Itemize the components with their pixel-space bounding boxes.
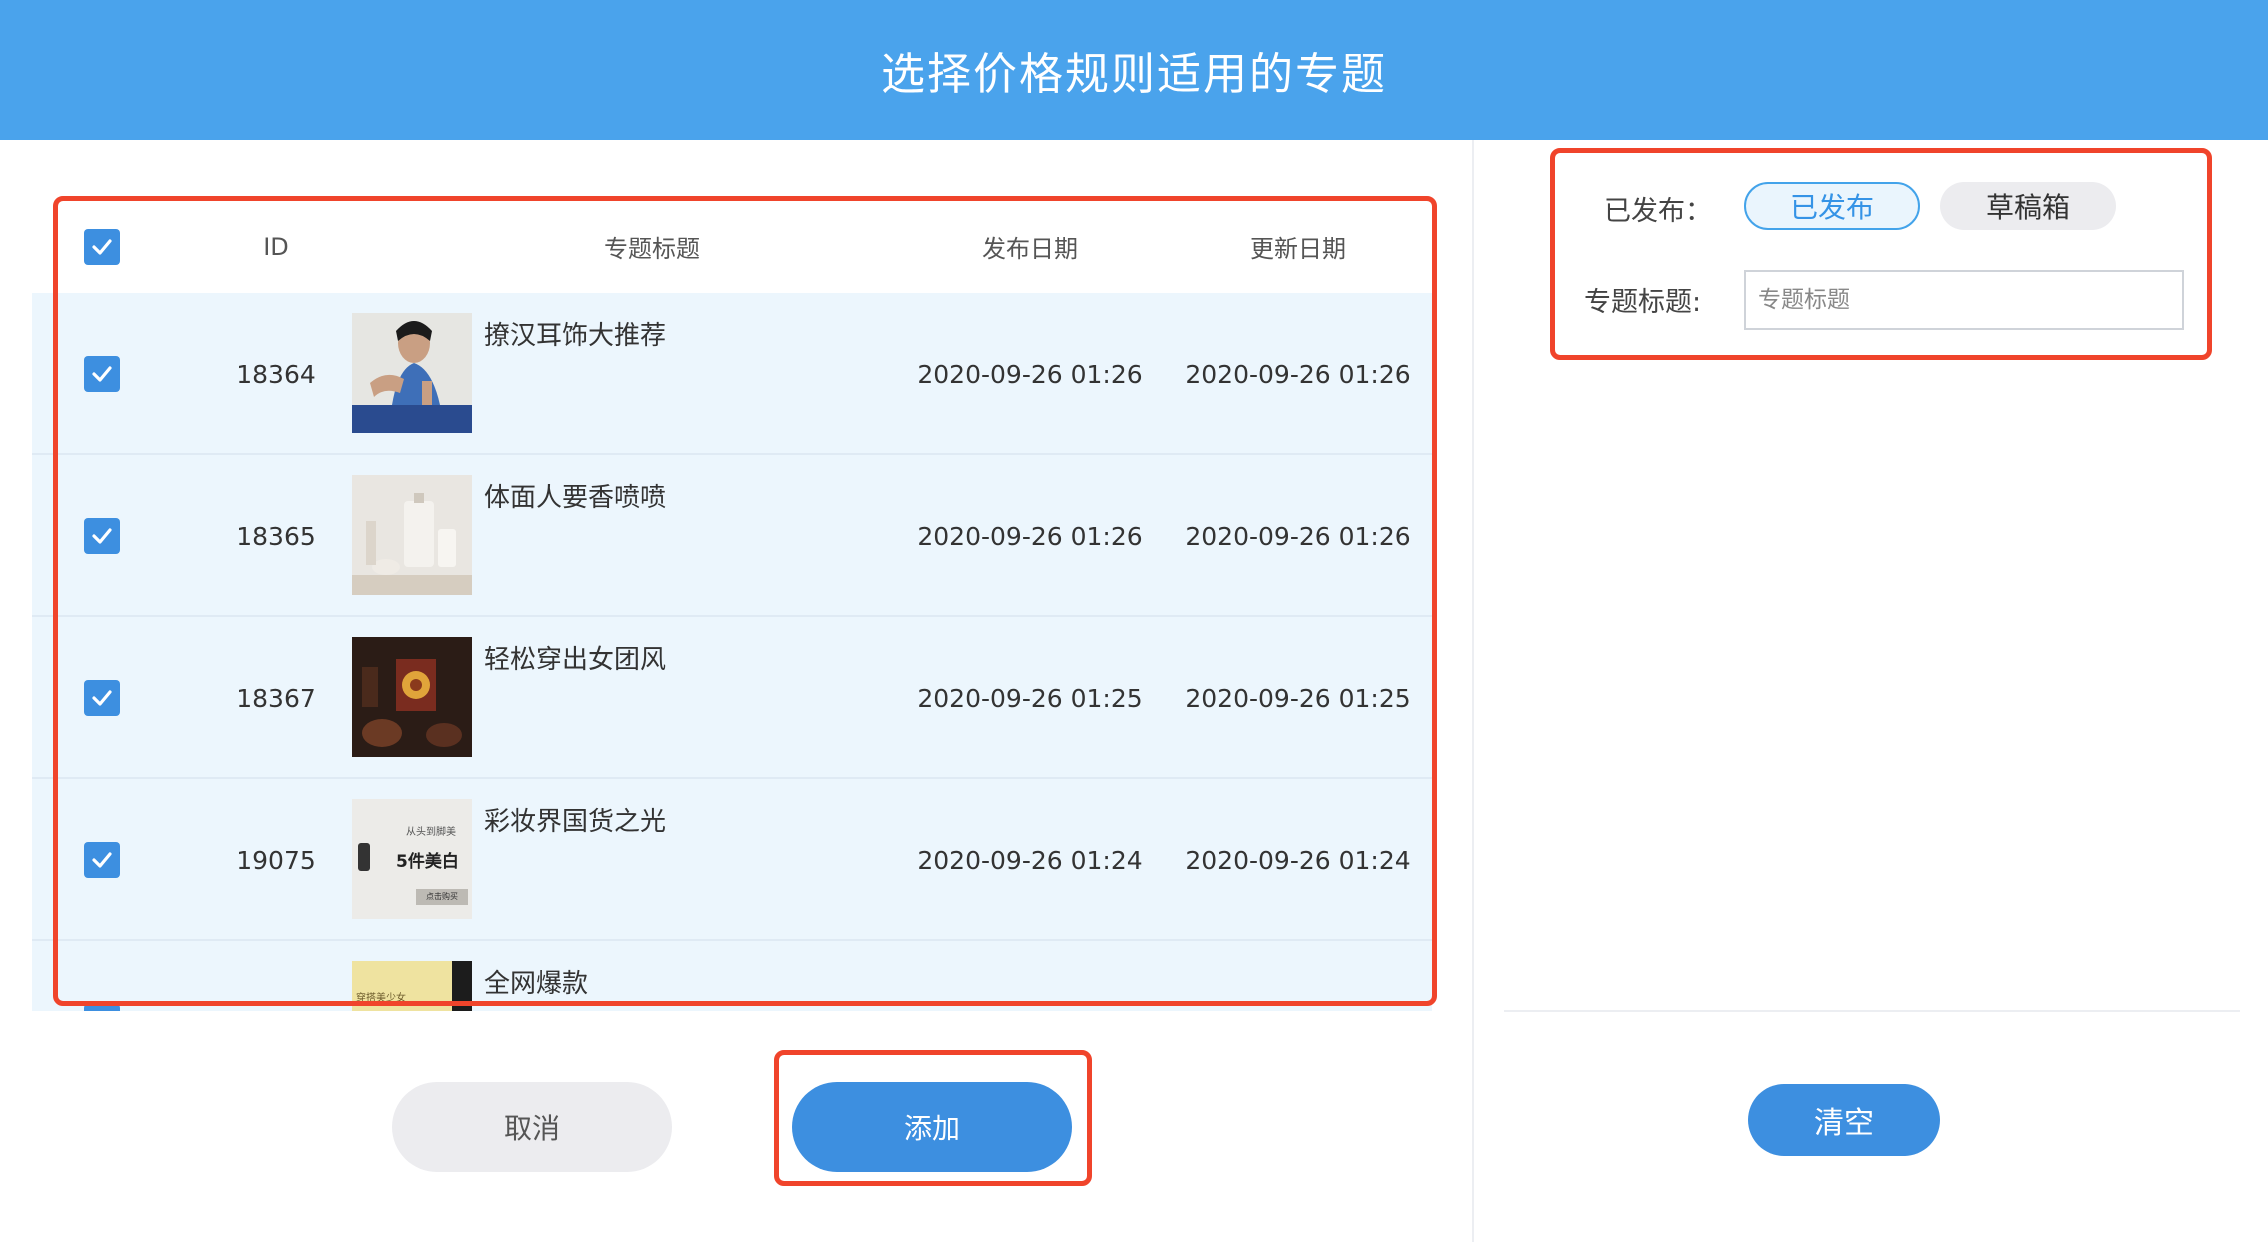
check-icon [92,366,112,382]
clear-button[interactable]: 清空 [1748,1084,1940,1156]
row-id: 18367 [236,683,316,713]
topic-thumbnail: 穿搭美少女 [352,961,472,1011]
row-id: 18365 [236,521,316,551]
column-header-publish-date[interactable]: 发布日期 [910,200,1150,293]
row-update-date: 2020-09-26 01:26 [1185,359,1411,389]
status-filter-label: 已发布： [1604,196,1712,227]
row-checkbox[interactable] [84,842,120,878]
table-row[interactable]: 18364 撩汉耳饰大推荐 2020-09-26 01:26 2020-09-2… [32,293,1432,455]
row-id: 19075 [236,845,316,875]
row-title[interactable]: 全网爆款 [484,963,588,1000]
table-row[interactable]: 18367 轻松穿出女团风 2020-09-26 01:25 2020-09-2… [32,617,1432,779]
row-publish-date: 2020-09-26 01:26 [917,359,1143,389]
row-publish-date [910,941,1150,1011]
status-option-published[interactable]: 已发布 [1744,182,1920,230]
row-update-date: 2020-09-26 01:26 [1185,521,1411,551]
status-option-draft[interactable]: 草稿箱 [1940,182,2116,230]
row-id [216,941,336,1011]
filter-divider [1504,1010,2240,1012]
row-id: 18364 [236,359,316,389]
row-checkbox[interactable] [84,518,120,554]
add-button[interactable]: 添加 [792,1082,1072,1172]
row-checkbox[interactable] [84,680,120,716]
column-header-update-date[interactable]: 更新日期 [1178,200,1418,293]
dialog-title: 选择价格规则适用的专题 [881,49,1387,100]
table-body[interactable]: 18364 撩汉耳饰大推荐 2020-09-26 01:26 2020-09-2… [32,293,1432,1011]
row-publish-date: 2020-09-26 01:24 [917,845,1143,875]
table-header: ID 专题标题 发布日期 更新日期 [32,200,1432,293]
topic-thumbnail [352,313,472,433]
check-icon [92,238,112,255]
row-checkbox[interactable] [84,356,120,392]
table-row[interactable]: 19075 从头到脚美 5件美白 点击购买 彩妆界国货之光 2020-09-26… [32,779,1432,941]
topic-thumbnail: 从头到脚美 5件美白 点击购买 [352,799,472,919]
row-title[interactable]: 轻松穿出女团风 [484,639,666,676]
check-icon [90,1010,114,1011]
row-checkbox[interactable] [84,1004,120,1011]
column-header-id[interactable]: ID [216,200,336,293]
row-update-date [1178,941,1418,1011]
table-row[interactable]: 18365 体面人要香喷喷 2020-09-26 01:26 2020-09-2… [32,455,1432,617]
check-icon [92,852,112,868]
select-all-checkbox[interactable] [84,228,120,265]
title-filter-label: 专题标题: [1584,287,1702,318]
row-title[interactable]: 体面人要香喷喷 [484,477,666,514]
title-filter-input[interactable] [1744,270,2184,330]
check-icon [92,528,112,544]
topic-thumbnail [352,637,472,757]
column-header-title[interactable]: 专题标题 [502,200,802,293]
dialog-header: 选择价格规则适用的专题 [0,0,2268,140]
row-publish-date: 2020-09-26 01:26 [917,521,1143,551]
check-icon [92,690,112,706]
row-update-date: 2020-09-26 01:25 [1185,683,1411,713]
topic-thumbnail [352,475,472,595]
table-row[interactable]: 穿搭美少女 全网爆款 [32,941,1432,1011]
row-title[interactable]: 撩汉耳饰大推荐 [484,315,666,352]
row-update-date: 2020-09-26 01:24 [1185,845,1411,875]
topic-list-pane: ID 专题标题 发布日期 更新日期 18364 撩汉耳饰大推荐 2020-09-… [0,140,1472,1242]
row-publish-date: 2020-09-26 01:25 [917,683,1143,713]
filter-pane: 已发布： 已发布 草稿箱 专题标题: 清空 [1474,140,2268,1242]
cancel-button[interactable]: 取消 [392,1082,672,1172]
row-title[interactable]: 彩妆界国货之光 [484,801,666,838]
